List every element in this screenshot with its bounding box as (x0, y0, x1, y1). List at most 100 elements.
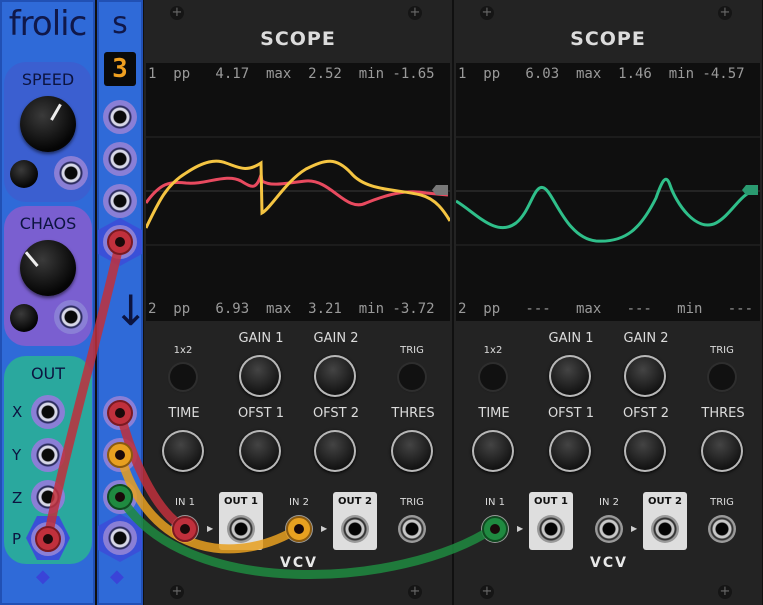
ofst1-label: OFST 1 (237, 406, 285, 421)
scope-display (146, 63, 450, 321)
screw-icon: + (480, 584, 494, 599)
s-output-jack-1[interactable] (103, 396, 137, 430)
thres-knob[interactable] (701, 430, 743, 472)
s-title: s (112, 6, 128, 41)
trig-button[interactable] (399, 364, 425, 390)
time-knob[interactable] (472, 430, 514, 472)
x1x2-button[interactable] (480, 364, 506, 390)
out2-jack[interactable] (651, 515, 679, 543)
ofst2-knob[interactable] (624, 430, 666, 472)
screw-icon: + (170, 584, 184, 599)
down-arrow-icon: ↓ (113, 286, 149, 335)
out2-label: OUT 2 (338, 496, 372, 507)
trace-channel-1 (146, 174, 449, 207)
trig-mode-label: TRIG (400, 345, 424, 356)
trig-mode-label: TRIG (710, 345, 734, 356)
speed-attenuverter-knob[interactable] (10, 160, 38, 188)
ofst1-knob[interactable] (239, 430, 281, 472)
trig-jack[interactable] (398, 515, 426, 543)
gain1-knob[interactable] (549, 355, 591, 397)
s-output-jack-4[interactable] (103, 521, 137, 555)
s-input-jack-4[interactable] (103, 225, 137, 259)
brand-gem-icon: ◆ (36, 566, 50, 587)
in2-label: IN 2 (599, 497, 619, 508)
out-p-jack[interactable] (31, 522, 65, 556)
chaos-section: CHAOS (4, 206, 92, 346)
x1x2-label: 1x2 (483, 345, 503, 356)
thres-knob[interactable] (391, 430, 433, 472)
out2-label: OUT 2 (648, 496, 682, 507)
time-label: TIME (478, 406, 510, 421)
screw-icon: + (170, 5, 184, 20)
in1-jack[interactable] (171, 515, 199, 543)
speed-label: SPEED (21, 70, 75, 89)
frolic-module: frolic SPEED CHAOS OUT X Y Z P ◆ (0, 0, 95, 605)
s-input-jack-2[interactable] (103, 142, 137, 176)
speed-knob[interactable] (20, 96, 76, 152)
thres-label: THRES (391, 406, 435, 421)
out-x-label: X (12, 403, 23, 421)
s-module: s 3 ↓ ◆ (97, 0, 148, 605)
in2-jack[interactable] (285, 515, 313, 543)
gain2-knob[interactable] (624, 355, 666, 397)
gain1-label: GAIN 1 (238, 331, 284, 346)
screw-icon: + (408, 5, 422, 20)
out-z-label: Z (12, 489, 23, 507)
channel-1-stats: 1 pp 4.17 max 2.52 min -1.65 (148, 66, 435, 82)
gain1-knob[interactable] (239, 355, 281, 397)
trace-channel-1 (456, 177, 755, 243)
screw-icon: + (408, 584, 422, 599)
arrow-icon: ▶ (517, 524, 524, 533)
scope-module-2: + + + + SCOPE 1 pp 6.03 max 1.46 min -4.… (454, 0, 762, 605)
in1-jack[interactable] (481, 515, 509, 543)
arrow-icon: ▶ (631, 524, 638, 533)
chaos-label: CHAOS (19, 214, 77, 233)
chaos-cv-jack[interactable] (54, 300, 88, 334)
in1-label: IN 1 (485, 497, 505, 508)
ofst1-knob[interactable] (549, 430, 591, 472)
time-label: TIME (168, 406, 200, 421)
vcv-logo: VCV (590, 555, 628, 571)
trig-in-label: TRIG (400, 497, 424, 508)
gain2-knob[interactable] (314, 355, 356, 397)
ofst2-knob[interactable] (314, 430, 356, 472)
out-z-jack[interactable] (31, 480, 65, 514)
out-y-jack[interactable] (31, 438, 65, 472)
s-display: 3 (104, 52, 136, 86)
module-title: frolic (8, 4, 88, 44)
scope-display (456, 63, 760, 321)
screw-icon: + (718, 584, 732, 599)
vcv-logo: VCV (280, 555, 318, 571)
s-input-jack-3[interactable] (103, 184, 137, 218)
in2-jack[interactable] (595, 515, 623, 543)
trig-button[interactable] (709, 364, 735, 390)
channel-1-stats: 1 pp 6.03 max 1.46 min -4.57 (458, 66, 745, 82)
s-output-jack-3[interactable] (103, 480, 137, 514)
scope-title: SCOPE (260, 28, 336, 50)
channel-2-stats: 2 pp 6.93 max 3.21 min -3.72 (148, 301, 435, 317)
ofst2-label: OFST 2 (312, 406, 360, 421)
out-p-label: P (12, 530, 22, 548)
s-output-jack-2[interactable] (103, 438, 137, 472)
chaos-knob[interactable] (20, 240, 76, 296)
time-knob[interactable] (162, 430, 204, 472)
arrow-icon: ▶ (207, 524, 214, 533)
out1-label: OUT 1 (224, 496, 258, 507)
s-input-jack-1[interactable] (103, 100, 137, 134)
trig-jack[interactable] (708, 515, 736, 543)
out-label: OUT (30, 364, 66, 383)
scope-title: SCOPE (570, 28, 646, 50)
out1-jack[interactable] (227, 515, 255, 543)
out1-jack[interactable] (537, 515, 565, 543)
out2-jack[interactable] (341, 515, 369, 543)
out-x-jack[interactable] (31, 395, 65, 429)
scope-module-1: + + + + SCOPE 1 pp 4.17 max 2.52 min -1.… (144, 0, 452, 605)
x1x2-label: 1x2 (173, 345, 193, 356)
gain2-label: GAIN 2 (313, 331, 359, 346)
ofst1-label: OFST 1 (547, 406, 595, 421)
gain1-label: GAIN 1 (548, 331, 594, 346)
out-y-label: Y (12, 446, 22, 464)
chaos-attenuverter-knob[interactable] (10, 304, 38, 332)
x1x2-button[interactable] (170, 364, 196, 390)
speed-cv-jack[interactable] (54, 156, 88, 190)
